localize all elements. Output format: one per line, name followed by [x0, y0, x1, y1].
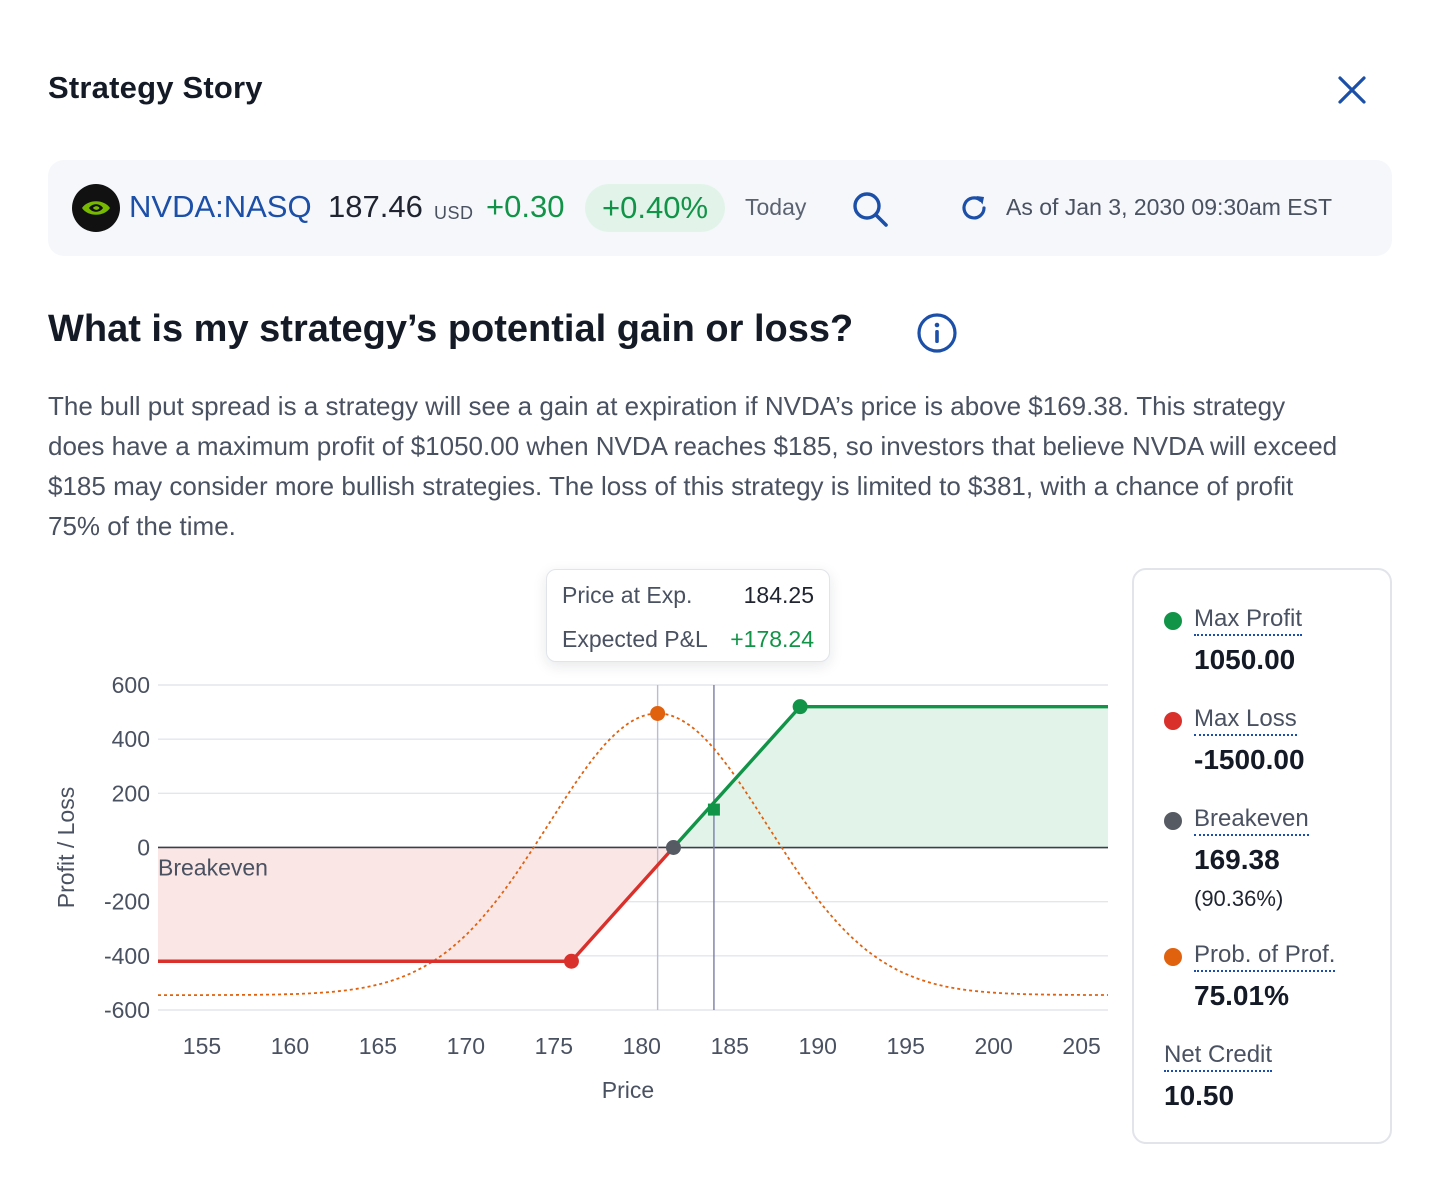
max-profit-dot: [1164, 612, 1182, 630]
strategy-description: The bull put spread is a strategy will s…: [48, 391, 1338, 541]
tooltip-price-value: 184.25: [743, 582, 814, 608]
y-tick-label: 400: [112, 726, 150, 752]
breakeven-label[interactable]: Breakeven: [1194, 804, 1309, 836]
x-tick-label: 170: [447, 1033, 485, 1059]
cursor-marker: [707, 803, 720, 816]
refresh-icon: [962, 196, 986, 220]
period-label: Today: [745, 194, 807, 220]
x-tick-label: 155: [183, 1033, 221, 1059]
max-profit-label[interactable]: Max Profit: [1194, 604, 1303, 636]
y-tick-label: -400: [104, 943, 150, 969]
as-of-timestamp: As of Jan 3, 2030 09:30am EST: [1006, 194, 1333, 220]
close-button[interactable]: [1328, 66, 1376, 114]
net-credit-value: 10.50: [1164, 1080, 1235, 1111]
tooltip-pl-label: Expected P&L: [562, 626, 708, 652]
x-tick-label: 190: [799, 1033, 837, 1059]
y-tick-label: 600: [112, 672, 150, 698]
close-icon: [1338, 76, 1366, 104]
section-heading: What is my strategy’s potential gain or …: [48, 308, 854, 350]
strategy-story-dialog: Strategy Story NVDA:NASQ 187.46 USD +0.3…: [0, 0, 1440, 1192]
refresh-button[interactable]: [956, 190, 992, 226]
prob-profit-label[interactable]: Prob. of Prof.: [1194, 940, 1336, 972]
breakeven-value: 169.38: [1194, 844, 1280, 875]
currency-label: USD: [434, 203, 474, 223]
percent-change-badge: +0.40%: [585, 184, 726, 232]
max-loss-label[interactable]: Max Loss: [1194, 704, 1297, 736]
breakeven-annotation: Breakeven: [158, 855, 268, 881]
x-tick-label: 165: [359, 1033, 397, 1059]
nvidia-logo-icon: [72, 184, 120, 232]
prob-peak-marker: [650, 705, 666, 721]
chart-tooltip: Price at Exp. 184.25 Expected P&L +178.2…: [546, 569, 830, 662]
info-button[interactable]: [916, 312, 958, 354]
x-tick-label: 195: [886, 1033, 924, 1059]
breakeven-percent: (90.36%): [1194, 886, 1284, 911]
y-tick-label: -200: [104, 889, 150, 915]
max-loss-value: -1500.00: [1194, 744, 1305, 775]
price-change: +0.30: [486, 189, 565, 224]
quote-bar: NVDA:NASQ 187.46 USD +0.30 +0.40% Today …: [48, 160, 1392, 256]
tooltip-price-label: Price at Exp.: [562, 582, 693, 608]
x-tick-label: 160: [271, 1033, 309, 1059]
search-icon: [853, 192, 888, 227]
tooltip-pl-value: +178.24: [730, 626, 814, 652]
x-tick-label: 185: [711, 1033, 749, 1059]
y-tick-label: 0: [137, 835, 150, 861]
max-loss-marker: [563, 953, 579, 969]
ticker-symbol[interactable]: NVDA:NASQ: [129, 189, 312, 225]
x-axis-title: Price: [602, 1077, 654, 1103]
x-tick-label: 175: [535, 1033, 573, 1059]
max-profit-marker: [792, 699, 808, 715]
y-tick-label: 200: [112, 780, 150, 806]
x-tick-label: 205: [1062, 1033, 1100, 1059]
dialog-title: Strategy Story: [48, 70, 263, 105]
y-axis-title: Profit / Loss: [53, 787, 79, 908]
search-button[interactable]: [847, 186, 893, 232]
prob-profit-value: 75.01%: [1194, 980, 1289, 1011]
breakeven-dot: [1164, 812, 1182, 830]
last-price: 187.46: [328, 189, 423, 224]
net-credit-label[interactable]: Net Credit: [1164, 1040, 1273, 1072]
y-tick-label: -600: [104, 997, 150, 1023]
max-profit-value: 1050.00: [1194, 644, 1296, 675]
x-tick-label: 200: [974, 1033, 1012, 1059]
prob-profit-dot: [1164, 948, 1182, 966]
breakeven-marker: [665, 840, 681, 855]
x-tick-label: 180: [623, 1033, 661, 1059]
info-icon: [917, 313, 957, 353]
stats-panel: Max Profit 1050.00 Max Loss -1500.00 Bre…: [1132, 568, 1392, 1144]
max-loss-dot: [1164, 712, 1182, 730]
